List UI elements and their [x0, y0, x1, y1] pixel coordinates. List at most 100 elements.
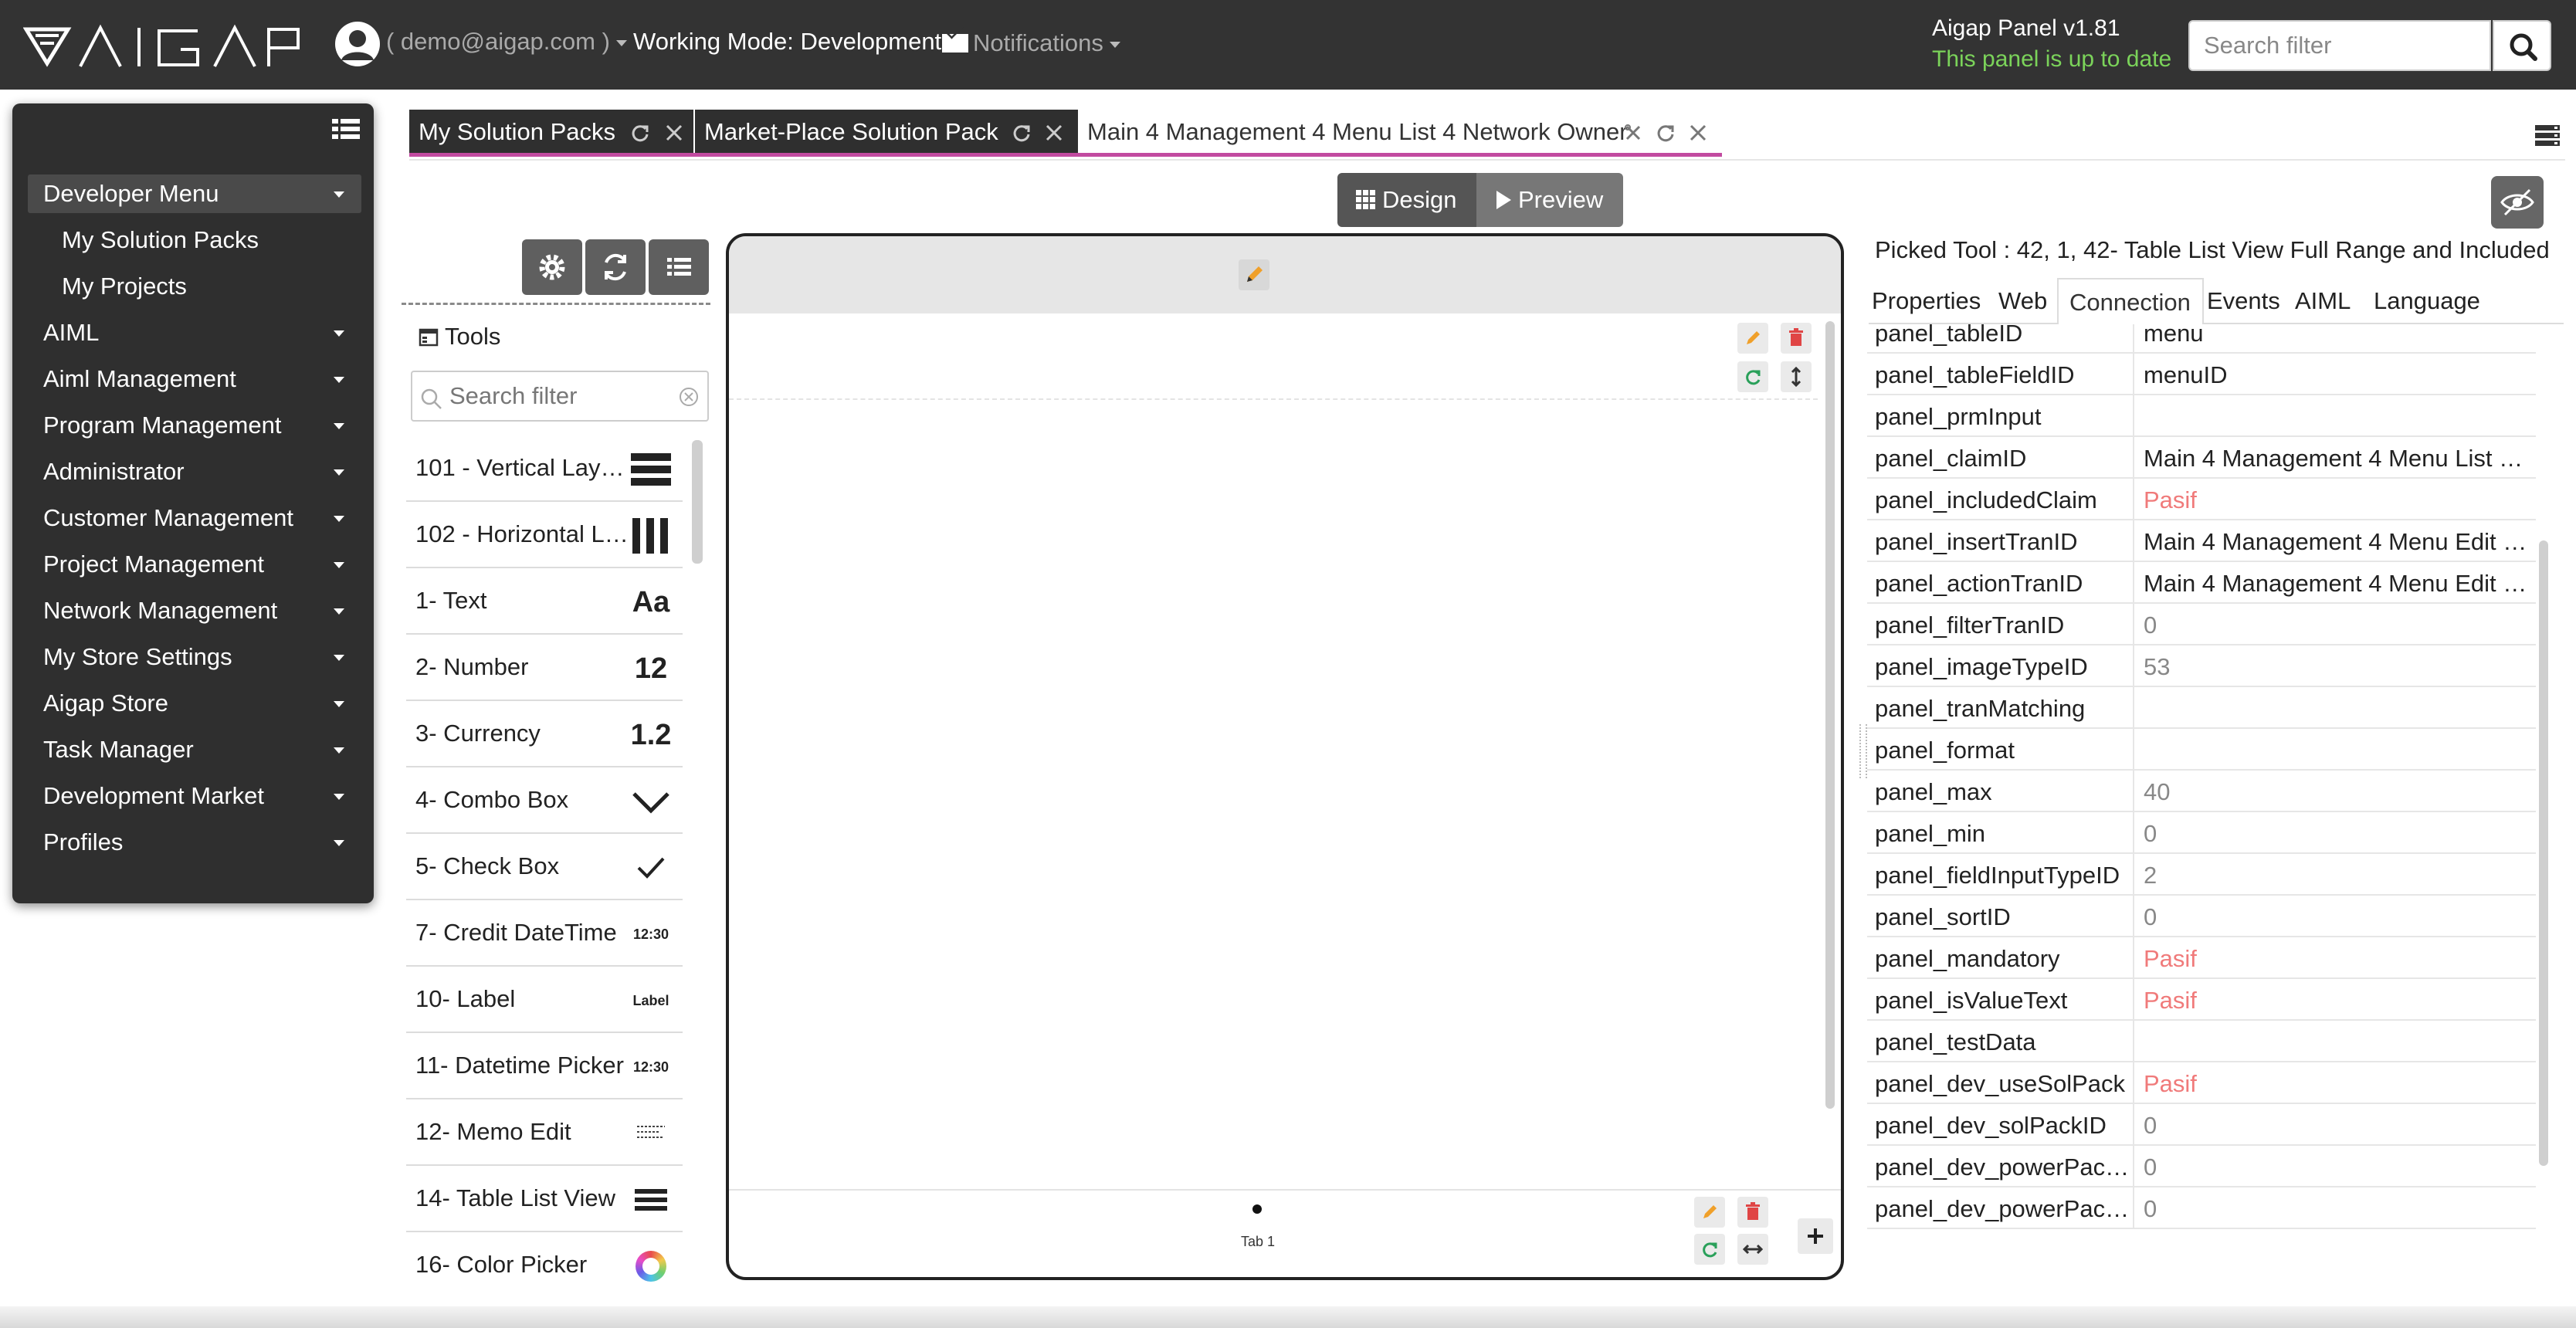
tool-item-color-picker[interactable]: 16- Color Picker: [406, 1234, 683, 1299]
tool-item-memo-edit[interactable]: 12- Memo Edit: [406, 1101, 683, 1166]
tools-scrollbar[interactable]: [692, 440, 703, 564]
property-value[interactable]: 2: [2144, 862, 2530, 889]
properties-scrollbar[interactable]: [2539, 540, 2548, 1166]
refresh-icon[interactable]: [1012, 123, 1032, 143]
preview-mode-button[interactable]: Preview: [1476, 173, 1623, 227]
tab-connection[interactable]: Connection: [2057, 278, 2204, 324]
edit-button[interactable]: [1737, 323, 1768, 354]
design-canvas[interactable]: Tab 1: [726, 233, 1844, 1280]
global-search-input[interactable]: [2188, 20, 2491, 71]
close-icon[interactable]: [1044, 123, 1064, 143]
sidebar-item-my-solution-packs[interactable]: My Solution Packs: [28, 221, 361, 259]
sidebar-item-development-market[interactable]: Development Market: [28, 777, 361, 815]
tool-item-credit-datetime[interactable]: 7- Credit DateTime 12:30: [406, 902, 683, 967]
property-value[interactable]: Pasif: [2144, 945, 2530, 973]
tab-market-place-solution-pack[interactable]: Market-Place Solution Pack: [695, 110, 1078, 154]
property-row-max[interactable]: panel_max 40: [1867, 771, 2536, 812]
tool-item-combo-box[interactable]: 4- Combo Box: [406, 769, 683, 834]
tool-item-text[interactable]: 1- Text Aa: [406, 570, 683, 635]
property-row-dev-solpackid[interactable]: panel_dev_solPackID 0: [1867, 1104, 2536, 1146]
sidebar-item-administrator[interactable]: Administrator: [28, 452, 361, 491]
property-value[interactable]: Main 4 Management 4 Menu Edit 4 Network …: [2144, 528, 2530, 556]
canvas-scrollbar[interactable]: [1825, 321, 1835, 1109]
sidebar-item-customer-management[interactable]: Customer Management: [28, 499, 361, 537]
property-row-includedclaim[interactable]: panel_includedClaim Pasif: [1867, 479, 2536, 520]
tool-item-vertical-layout[interactable]: 101 - Vertical Layout: [406, 437, 683, 502]
property-row-claimid[interactable]: panel_claimID Main 4 Management 4 Menu Li…: [1867, 437, 2536, 479]
design-mode-button[interactable]: Design: [1337, 173, 1476, 227]
sidebar-item-my-store-settings[interactable]: My Store Settings: [28, 638, 361, 676]
tab-web[interactable]: Web: [1998, 278, 2060, 324]
property-value[interactable]: Pasif: [2144, 987, 2530, 1015]
property-row-dev-usesolpack[interactable]: panel_dev_useSolPack Pasif: [1867, 1062, 2536, 1104]
tools-search-input[interactable]: [449, 380, 666, 412]
property-value[interactable]: Main 4 Management 4 Menu Edit 4 Network …: [2144, 570, 2530, 598]
sidebar-item-aiml-management[interactable]: Aiml Management: [28, 360, 361, 398]
edit-tab-button[interactable]: [1694, 1197, 1725, 1228]
tool-item-check-box[interactable]: 5- Check Box: [406, 835, 683, 900]
refresh-component-button[interactable]: [1737, 361, 1768, 392]
refresh-icon[interactable]: [1656, 123, 1676, 143]
property-value[interactable]: menuID: [2144, 361, 2530, 389]
resize-vertical-button[interactable]: [1781, 361, 1812, 392]
property-row-min[interactable]: panel_min 0: [1867, 812, 2536, 854]
tab-my-solution-packs[interactable]: My Solution Packs: [409, 110, 693, 154]
property-value[interactable]: menu: [2144, 324, 2530, 347]
tab-events[interactable]: Events: [2207, 278, 2292, 324]
sidebar-item-aiml[interactable]: AIML: [28, 313, 361, 352]
property-value[interactable]: 40: [2144, 778, 2530, 806]
property-value[interactable]: 0: [2144, 1195, 2530, 1223]
notifications-menu[interactable]: Notifications: [942, 29, 1120, 57]
clear-icon[interactable]: [678, 386, 700, 408]
sidebar-item-task-manager[interactable]: Task Manager: [28, 730, 361, 769]
refresh-tab-button[interactable]: [1694, 1234, 1725, 1265]
property-value[interactable]: 0: [2144, 1154, 2530, 1181]
property-row-inserttranid[interactable]: panel_insertTranID Main 4 Management 4 Me…: [1867, 520, 2536, 562]
property-row-fieldinputtypeid[interactable]: panel_fieldInputTypeID 2: [1867, 854, 2536, 896]
tool-item-number[interactable]: 2- Number 12: [406, 636, 683, 701]
sidebar-item-network-management[interactable]: Network Management: [28, 591, 361, 630]
property-row-sortid[interactable]: panel_sortID 0: [1867, 896, 2536, 937]
sidebar-item-my-projects[interactable]: My Projects: [28, 267, 361, 306]
delete-tab-button[interactable]: [1737, 1197, 1768, 1228]
property-row-dev-powerpackid[interactable]: panel_dev_powerPackID 0: [1867, 1146, 2536, 1187]
toggle-visibility-button[interactable]: [2491, 176, 2544, 229]
property-value[interactable]: Pasif: [2144, 486, 2530, 514]
property-row-tablefieldid[interactable]: panel_tableFieldID menuID: [1867, 354, 2536, 395]
property-value[interactable]: 0: [2144, 611, 2530, 639]
property-value[interactable]: Main 4 Management 4 Menu List 4 Network …: [2144, 445, 2530, 473]
delete-button[interactable]: [1781, 323, 1812, 354]
refresh-icon[interactable]: [630, 123, 650, 143]
property-row-mandatory[interactable]: panel_mandatory Pasif: [1867, 937, 2536, 979]
tool-item-horizontal-layout[interactable]: 102 - Horizontal Layout: [406, 503, 683, 568]
tool-item-datetime-picker[interactable]: 11- Datetime Picker 12:30: [406, 1035, 683, 1099]
property-row-dev-powerpackversionid[interactable]: panel_dev_powerPackVersionID 0: [1867, 1187, 2536, 1229]
property-row-actiontranid[interactable]: panel_actionTranID Main 4 Management 4 Me…: [1867, 562, 2536, 604]
edit-header-button[interactable]: [1239, 259, 1269, 290]
sidebar-item-project-management[interactable]: Project Management: [28, 545, 361, 584]
tab-language[interactable]: Language: [2374, 278, 2490, 324]
property-value[interactable]: 0: [2144, 1112, 2530, 1140]
sidebar-item-profiles[interactable]: Profiles: [28, 823, 361, 862]
property-row-format[interactable]: panel_format: [1867, 729, 2536, 771]
menu-list-icon[interactable]: [332, 117, 360, 141]
tab-properties[interactable]: Properties: [1872, 278, 1981, 324]
settings-button[interactable]: [522, 239, 582, 295]
close-icon[interactable]: [1688, 123, 1708, 143]
close-icon[interactable]: [664, 123, 684, 143]
sidebar-item-program-management[interactable]: Program Management: [28, 406, 361, 445]
property-value[interactable]: 0: [2144, 820, 2530, 848]
property-row-isvaluetext[interactable]: panel_isValueText Pasif: [1867, 979, 2536, 1021]
user-menu[interactable]: ( demo@aigap.com ): [386, 28, 627, 56]
user-avatar-icon[interactable]: [334, 20, 381, 68]
refresh-button[interactable]: [585, 239, 646, 295]
property-value[interactable]: 53: [2144, 653, 2530, 681]
list-button[interactable]: [649, 239, 709, 295]
tab-aiml[interactable]: AIML: [2295, 278, 2364, 324]
property-row-tranmatching[interactable]: panel_tranMatching: [1867, 687, 2536, 729]
property-row-testdata[interactable]: panel_testData: [1867, 1021, 2536, 1062]
tab-main-4-management-menu-list[interactable]: Main 4 Management 4 Menu List 4 Network …: [1078, 110, 1720, 154]
tool-item-label[interactable]: 10- Label Label: [406, 968, 683, 1033]
resize-horizontal-button[interactable]: [1737, 1234, 1768, 1265]
tool-item-currency[interactable]: 3- Currency 1.2: [406, 703, 683, 767]
